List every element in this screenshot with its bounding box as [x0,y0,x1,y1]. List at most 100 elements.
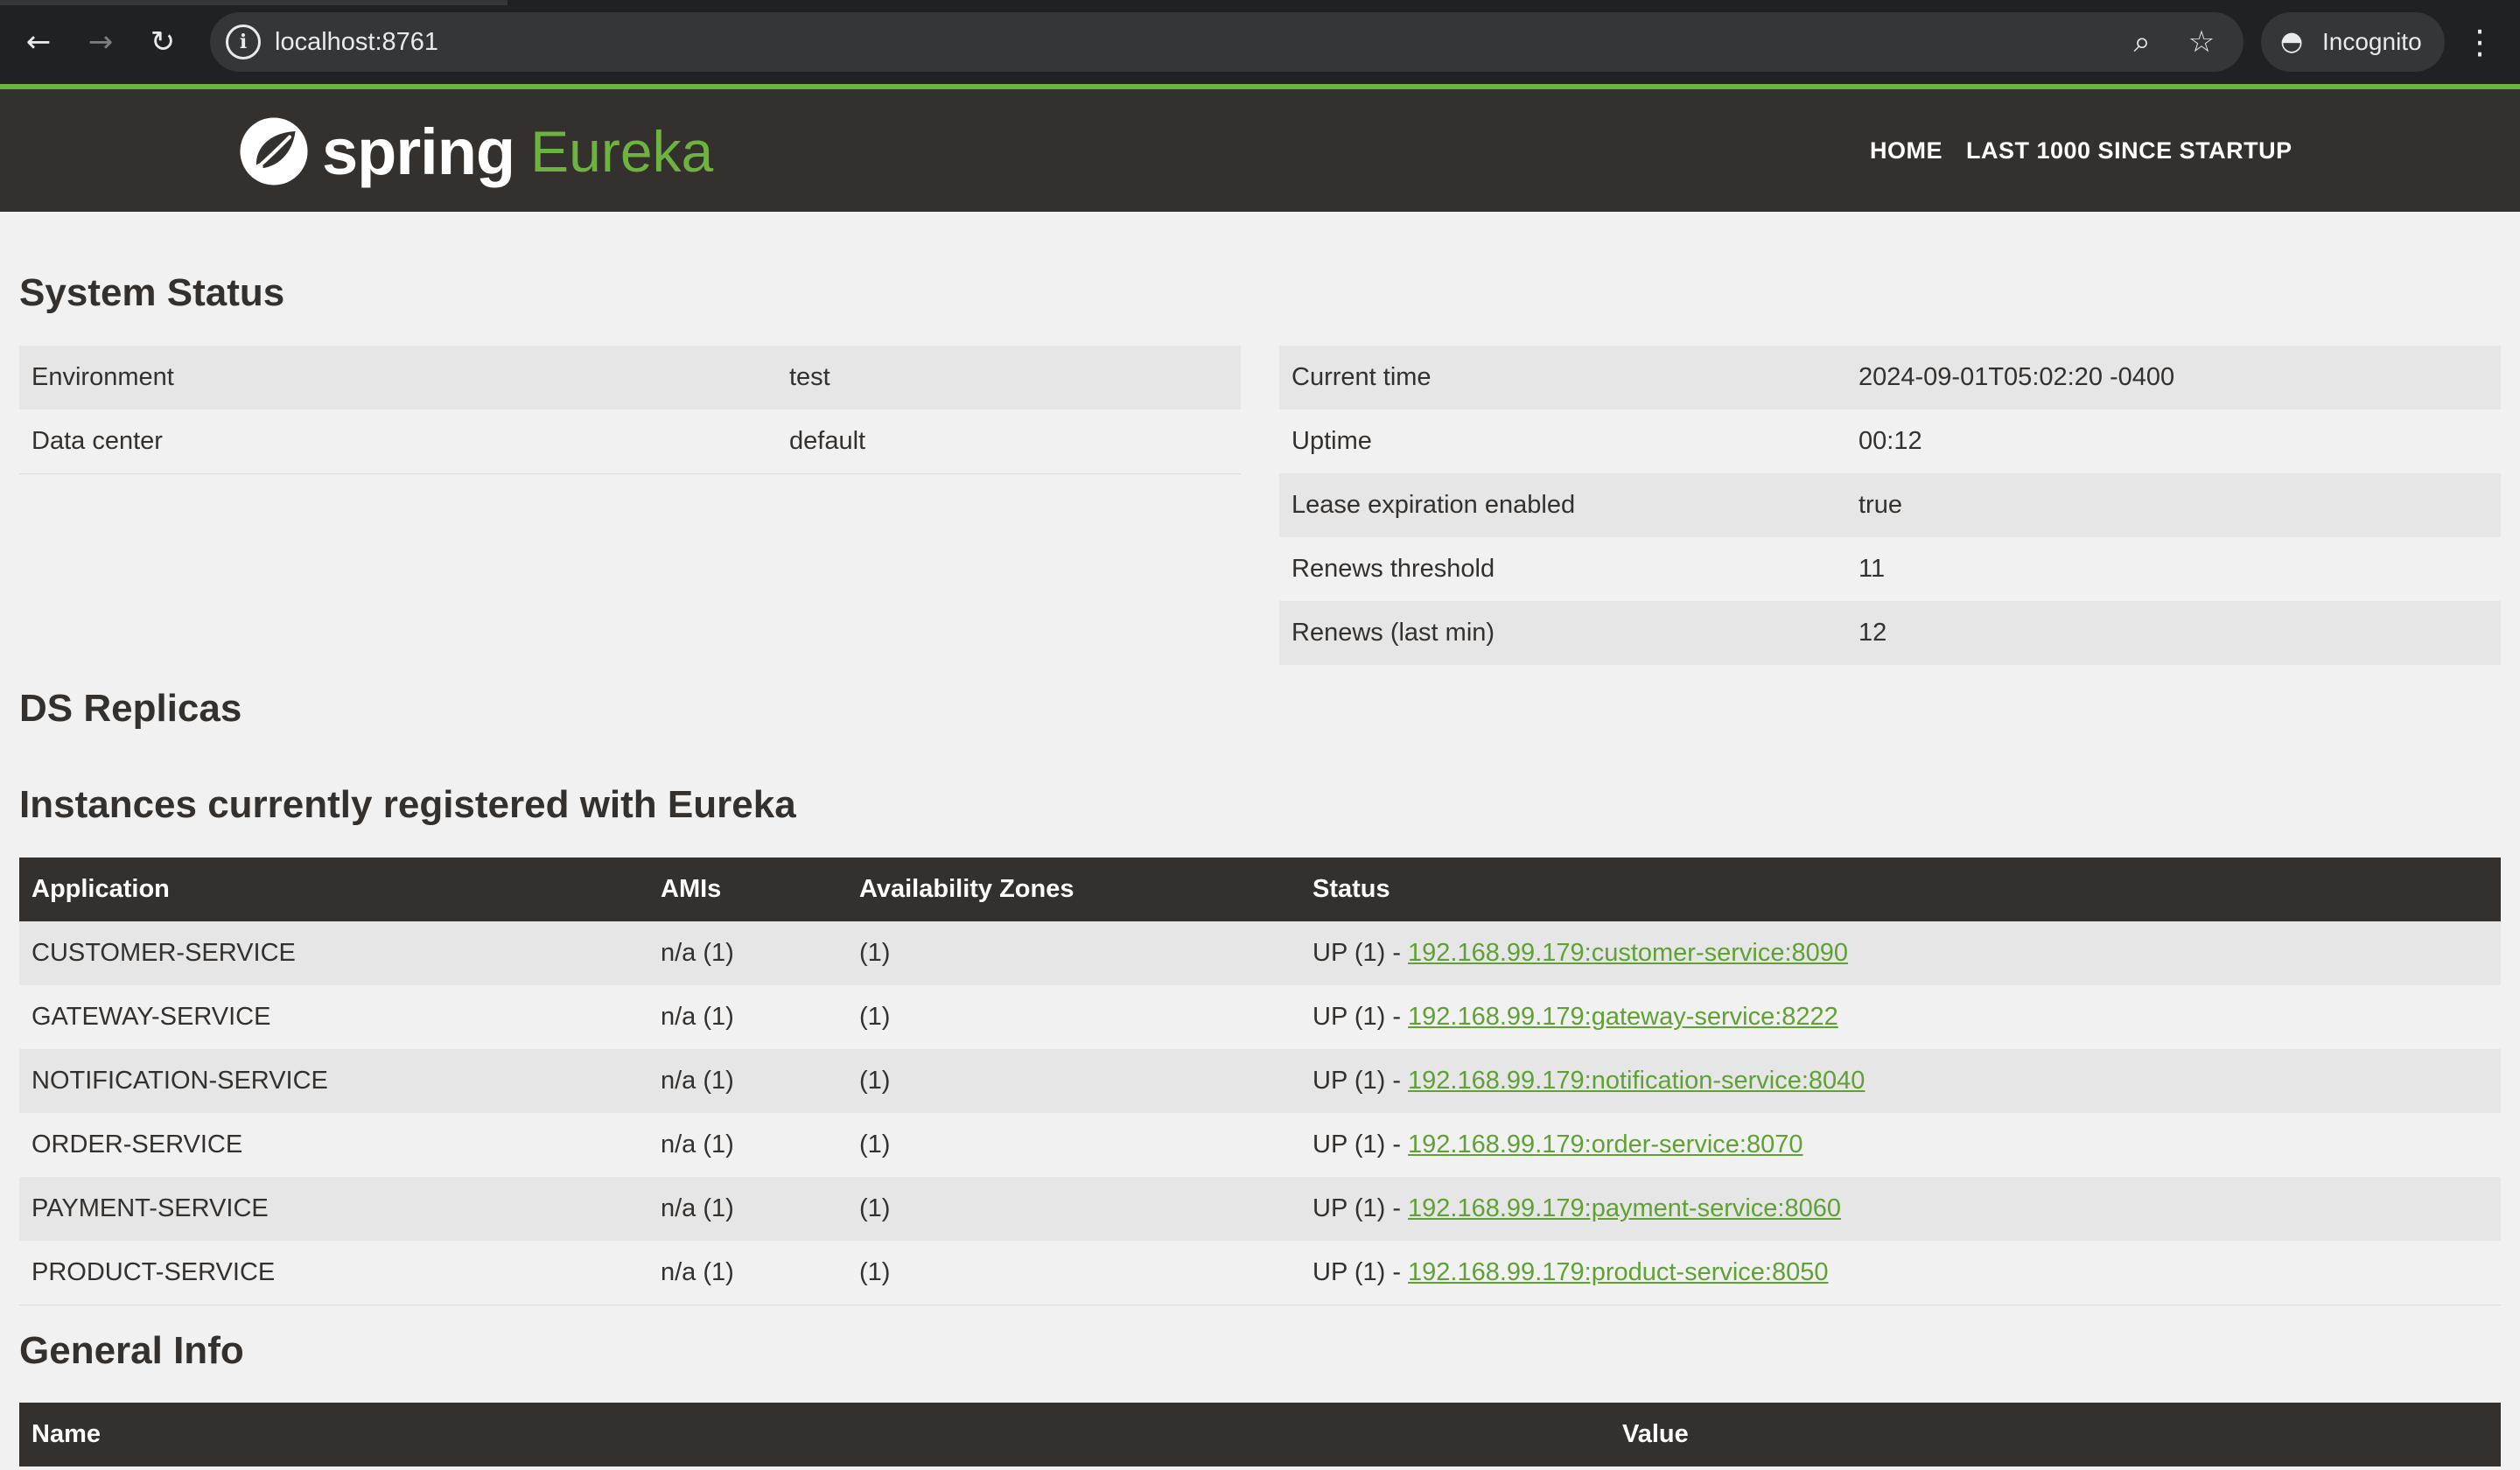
general-info-table: Name Value [19,1403,2501,1466]
nav-last-1000-link[interactable]: LAST 1000 SINCE STARTUP [1966,89,2292,212]
status-text: UP (1) - [1312,1003,1409,1031]
column-header: Value [1610,1403,2501,1466]
column-header: Availability Zones [847,858,1300,921]
zones-cell: (1) [847,1049,1300,1113]
site-info-icon[interactable]: i [226,24,261,60]
instance-link[interactable]: 192.168.99.179:order-service:8070 [1408,1130,1802,1158]
status-value: 12 [1846,601,2501,665]
general-info-title: General Info [19,1329,244,1372]
zones-cell: (1) [847,1113,1300,1177]
status-label: Lease expiration enabled [1279,473,1846,537]
system-status-left-table: Environment test Data center default [19,346,1241,474]
status-text: UP (1) - [1312,939,1409,967]
active-tab-edge [0,0,508,5]
status-label: Environment [19,346,777,410]
instance-link[interactable]: 192.168.99.179:customer-service:8090 [1408,939,1848,967]
status-cell: UP (1) - 192.168.99.179:customer-service… [1300,921,2501,985]
application-cell: GATEWAY-SERVICE [19,985,648,1049]
amis-cell: n/a (1) [648,1049,847,1113]
status-text: UP (1) - [1312,1130,1409,1158]
url-text[interactable]: localhost:8761 [275,12,438,72]
amis-cell: n/a (1) [648,985,847,1049]
incognito-badge[interactable]: ◓ Incognito [2261,12,2445,72]
brand-spring-text: spring [322,115,515,188]
status-text: UP (1) - [1312,1257,1409,1286]
nav-home-link[interactable]: HOME [1870,89,1942,212]
application-cell: CUSTOMER-SERVICE [19,921,648,985]
bookmark-star-icon[interactable]: ☆ [2179,19,2224,65]
zones-cell: (1) [847,985,1300,1049]
table-row: GATEWAY-SERVICE n/a (1) (1) UP (1) - 192… [19,985,2501,1049]
status-text: UP (1) - [1312,1194,1409,1222]
table-row: PRODUCT-SERVICE n/a (1) (1) UP (1) - 192… [19,1241,2501,1306]
address-bar[interactable]: i localhost:8761 ⌕ ☆ [210,12,2244,72]
status-label: Uptime [1279,410,1846,473]
status-cell: UP (1) - 192.168.99.179:product-service:… [1300,1241,2501,1306]
incognito-icon: ◓ [2280,26,2304,57]
column-header: Application [19,858,648,921]
status-row: Current time 2024-09-01T05:02:20 -0400 [1279,346,2501,410]
instance-link[interactable]: 192.168.99.179:notification-service:8040 [1408,1067,1865,1095]
status-row: Lease expiration enabled true [1279,473,2501,537]
system-status-title: System Status [19,271,285,314]
status-value: test [777,346,1241,410]
status-label: Renews (last min) [1279,601,1846,665]
eureka-navbar: spring Eureka HOME LAST 1000 SINCE START… [0,89,2520,212]
browser-menu-icon[interactable]: ⋮ [2462,16,2497,68]
amis-cell: n/a (1) [648,1241,847,1306]
status-row: Renews (last min) 12 [1279,601,2501,665]
status-value: 11 [1846,537,2501,601]
column-header: Name [19,1403,1610,1466]
status-value: default [777,410,1241,474]
application-cell: PRODUCT-SERVICE [19,1241,648,1306]
status-value: true [1846,473,2501,537]
browser-toolbar: ← → ↻ i localhost:8761 ⌕ ☆ ◓ Incognito ⋮ [0,0,2520,84]
amis-cell: n/a (1) [648,1177,847,1241]
status-row: Renews threshold 11 [1279,537,2501,601]
status-cell: UP (1) - 192.168.99.179:gateway-service:… [1300,985,2501,1049]
application-cell: ORDER-SERVICE [19,1113,648,1177]
zones-cell: (1) [847,1241,1300,1306]
amis-cell: n/a (1) [648,1113,847,1177]
general-header-row: Name Value [19,1403,2501,1466]
table-row: NOTIFICATION-SERVICE n/a (1) (1) UP (1) … [19,1049,2501,1113]
zoom-search-icon[interactable]: ⌕ [2119,19,2165,65]
spring-leaf-icon [240,117,308,186]
status-cell: UP (1) - 192.168.99.179:payment-service:… [1300,1177,2501,1241]
table-row: ORDER-SERVICE n/a (1) (1) UP (1) - 192.1… [19,1113,2501,1177]
back-arrow-icon[interactable]: ← [12,16,65,68]
table-row: CUSTOMER-SERVICE n/a (1) (1) UP (1) - 19… [19,921,2501,985]
status-label: Data center [19,410,777,474]
zones-cell: (1) [847,921,1300,985]
status-cell: UP (1) - 192.168.99.179:order-service:80… [1300,1113,2501,1177]
instance-link[interactable]: 192.168.99.179:gateway-service:8222 [1408,1003,1838,1031]
brand-eureka-text: Eureka [530,119,714,184]
brand-logo[interactable]: spring Eureka [238,112,713,191]
system-status-right-table: Current time 2024-09-01T05:02:20 -0400 U… [1279,346,2501,665]
table-row: PAYMENT-SERVICE n/a (1) (1) UP (1) - 192… [19,1177,2501,1241]
amis-cell: n/a (1) [648,921,847,985]
application-cell: NOTIFICATION-SERVICE [19,1049,648,1113]
status-label: Current time [1279,346,1846,410]
application-cell: PAYMENT-SERVICE [19,1177,648,1241]
instances-title: Instances currently registered with Eure… [19,783,796,826]
forward-arrow-icon[interactable]: → [74,16,127,68]
incognito-label: Incognito [2322,28,2422,55]
instance-link[interactable]: 192.168.99.179:product-service:8050 [1408,1258,1828,1286]
status-row: Environment test [19,346,1241,410]
ds-replicas-title: DS Replicas [19,687,242,730]
zones-cell: (1) [847,1177,1300,1241]
status-label: Renews threshold [1279,537,1846,601]
status-value: 2024-09-01T05:02:20 -0400 [1846,346,2501,410]
status-cell: UP (1) - 192.168.99.179:notification-ser… [1300,1049,2501,1113]
status-row: Data center default [19,410,1241,474]
column-header: AMIs [648,858,847,921]
reload-icon[interactable]: ↻ [136,16,189,68]
column-header: Status [1300,858,2501,921]
status-value: 00:12 [1846,410,2501,473]
instance-link[interactable]: 192.168.99.179:payment-service:8060 [1408,1194,1841,1222]
status-row: Uptime 00:12 [1279,410,2501,473]
status-text: UP (1) - [1312,1067,1409,1095]
instances-header-row: Application AMIs Availability Zones Stat… [19,858,2501,921]
instances-table: Application AMIs Availability Zones Stat… [19,858,2501,1306]
